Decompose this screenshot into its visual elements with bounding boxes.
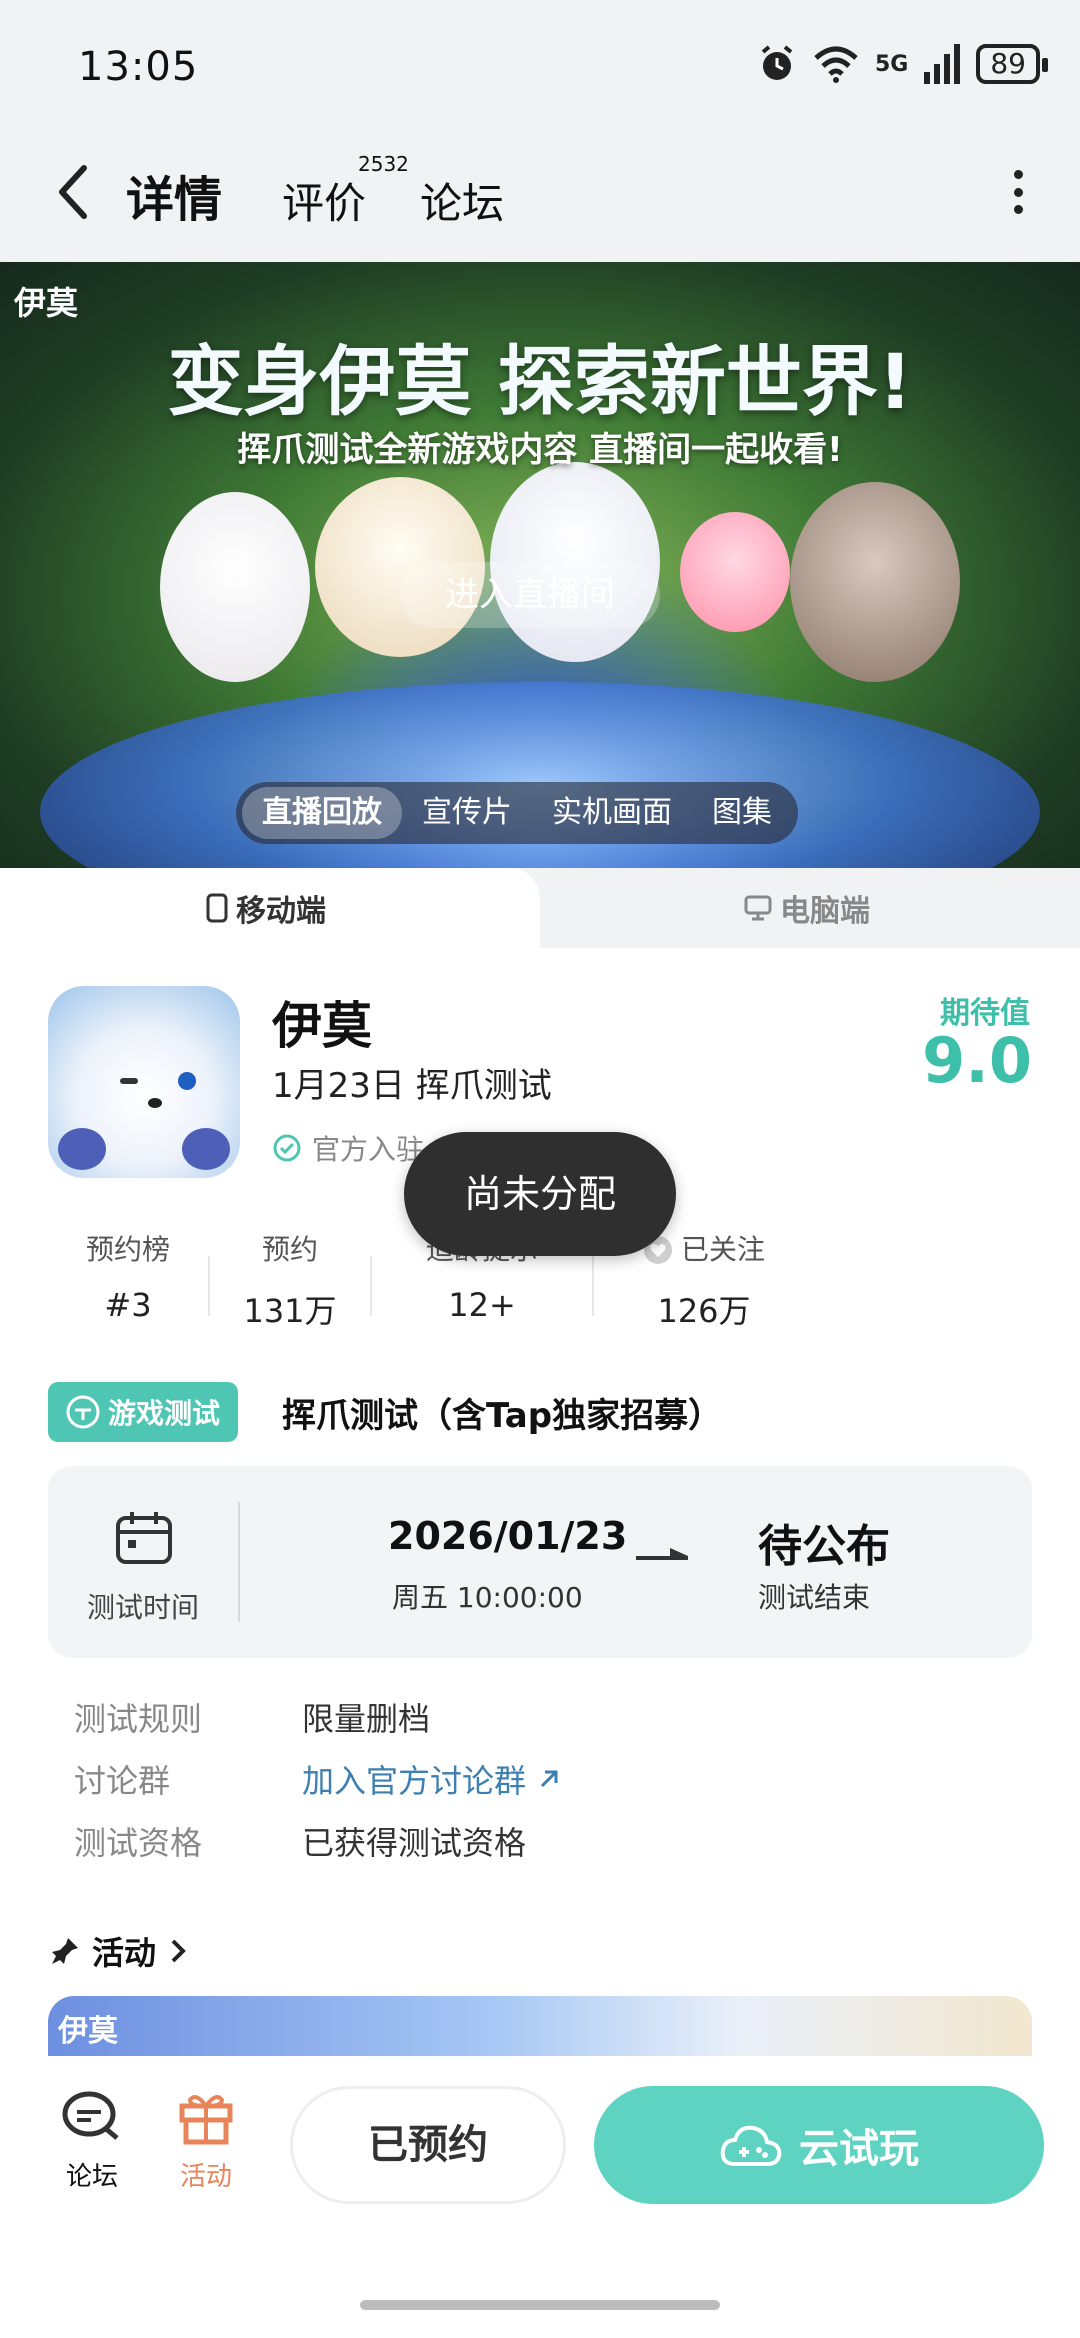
tab-forum[interactable]: 论坛 bbox=[420, 170, 504, 231]
external-link-icon bbox=[541, 1770, 558, 1788]
activity-banner[interactable]: 伊莫 bbox=[48, 1996, 1032, 2056]
forum-chat-icon bbox=[62, 2091, 119, 2140]
verified-check-icon bbox=[273, 1134, 301, 1162]
network-type: 5G bbox=[874, 51, 909, 77]
test-time-card: 测试时间 2026/01/23 周五 10:00:00 待公布 测试结束 bbox=[48, 1466, 1032, 1658]
wifi-icon bbox=[814, 46, 858, 83]
info-key: 测试规则 bbox=[74, 1700, 203, 1738]
calendar-icon bbox=[116, 1512, 172, 1564]
game-test-badge: 游戏测试 bbox=[48, 1382, 239, 1442]
stat-value: 12+ bbox=[448, 1286, 516, 1324]
media-tab-gameplay[interactable]: 实机画面 bbox=[532, 787, 692, 839]
bottom-forum-label: 论坛 bbox=[65, 2162, 118, 2192]
more-options-icon[interactable] bbox=[1012, 170, 1024, 214]
stat-value: 126万 bbox=[657, 1292, 751, 1330]
cloud-gamepad-icon bbox=[720, 2125, 782, 2166]
stat-value: 131万 bbox=[243, 1292, 337, 1330]
expectation-value: 9.0 bbox=[922, 1024, 1032, 1097]
review-count: 2532 bbox=[358, 152, 409, 176]
media-tab-replay[interactable]: 直播回放 bbox=[242, 787, 402, 839]
creature-illustration bbox=[160, 492, 310, 682]
back-arrow-icon[interactable] bbox=[50, 160, 98, 224]
stat-label: 已关注 bbox=[680, 1233, 765, 1266]
chevron-right-icon bbox=[171, 1939, 186, 1963]
status-time: 13:05 bbox=[78, 44, 199, 90]
top-nav: 详情 评价 2532 论坛 bbox=[0, 130, 1080, 262]
battery-indicator: 89 bbox=[976, 44, 1048, 84]
bottom-activity-button[interactable]: 活动 bbox=[166, 2088, 246, 2193]
test-end-label: 测试结束 bbox=[758, 1581, 871, 1614]
tab-detail[interactable]: 详情 bbox=[121, 160, 227, 230]
monitor-icon bbox=[744, 895, 772, 921]
banner-subtitle: 挥爪测试全新游戏内容 直播间一起收看! bbox=[237, 430, 843, 470]
banner-title: 变身伊莫 探索新世界! bbox=[167, 337, 913, 426]
test-time-label: 测试时间 bbox=[86, 1591, 199, 1624]
info-value: 限量删档 bbox=[302, 1700, 431, 1738]
info-key: 测试资格 bbox=[74, 1824, 203, 1862]
test-start-date: 2026/01/23 bbox=[388, 1514, 628, 1558]
test-icon bbox=[66, 1395, 100, 1429]
enter-live-button[interactable]: 进入直播间 bbox=[400, 562, 660, 628]
test-badge-label: 游戏测试 bbox=[108, 1397, 221, 1430]
alarm-icon bbox=[761, 45, 793, 80]
platform-pc-label: 电脑端 bbox=[780, 894, 870, 929]
info-row-group: 讨论群 加入官方讨论群 bbox=[74, 1756, 562, 1802]
platform-mobile-tab[interactable]: 移动端 bbox=[0, 868, 540, 948]
banner-logo: 伊莫 bbox=[14, 284, 79, 322]
platform-switch: 移动端 电脑端 bbox=[0, 868, 1080, 948]
platform-pc-tab[interactable]: 电脑端 bbox=[744, 886, 870, 930]
home-indicator[interactable] bbox=[360, 2300, 720, 2310]
cloud-play-button[interactable]: 云试玩 bbox=[594, 2086, 1044, 2204]
bottom-action-bar: 论坛 活动 已预约 云试玩 bbox=[0, 2056, 1080, 2338]
cloud-play-label: 云试玩 bbox=[799, 2126, 919, 2172]
creature-illustration bbox=[790, 482, 960, 682]
game-test-date: 1月23日 挥爪测试 bbox=[272, 1066, 552, 1106]
tab-review[interactable]: 评价 bbox=[282, 170, 366, 231]
game-icon bbox=[48, 986, 240, 1178]
stat-value: #3 bbox=[104, 1286, 152, 1324]
media-banner[interactable]: 伊莫 变身伊莫 探索新世界! 挥爪测试全新游戏内容 直播间一起收看! 进入直播间… bbox=[0, 262, 1080, 868]
gift-icon bbox=[179, 2095, 233, 2145]
info-row-qualification: 测试资格 已获得测试资格 bbox=[74, 1818, 526, 1864]
media-tab-trailer[interactable]: 宣传片 bbox=[402, 787, 532, 839]
join-group-link[interactable]: 加入官方讨论群 bbox=[302, 1756, 562, 1802]
divider bbox=[238, 1502, 240, 1622]
status-icons: 5G 89 bbox=[757, 44, 1048, 84]
stat-label: 预约 bbox=[261, 1233, 318, 1266]
test-start-time: 周五 10:00:00 bbox=[392, 1581, 583, 1614]
test-title: 挥爪测试（含Tap独家招募） bbox=[282, 1396, 723, 1436]
info-row-rules: 测试规则 限量删档 bbox=[74, 1694, 430, 1740]
creature-illustration bbox=[680, 512, 790, 632]
official-badge: 官方入驻 bbox=[272, 1128, 424, 1168]
reserved-button[interactable]: 已预约 bbox=[290, 2086, 566, 2204]
media-tabs: 直播回放 宣传片 实机画面 图集 bbox=[236, 782, 798, 844]
info-key: 讨论群 bbox=[74, 1762, 171, 1800]
signal-icon bbox=[924, 44, 961, 84]
activity-banner-logo: 伊莫 bbox=[58, 2014, 118, 2049]
bottom-forum-button[interactable]: 论坛 bbox=[52, 2088, 132, 2193]
activity-section-header[interactable]: 活动 bbox=[50, 1928, 188, 1974]
phone-icon bbox=[206, 893, 228, 923]
test-end-value: 待公布 bbox=[758, 1521, 890, 1572]
toast-message: 尚未分配 bbox=[404, 1132, 676, 1256]
bottom-activity-label: 活动 bbox=[179, 2162, 232, 2192]
stat-reservations: 预约 131万 bbox=[210, 1228, 370, 1338]
stat-ranking[interactable]: 预约榜 #3 bbox=[48, 1228, 208, 1338]
platform-mobile-label: 移动端 bbox=[236, 894, 326, 929]
game-name: 伊莫 bbox=[272, 997, 372, 1055]
info-value: 已获得测试资格 bbox=[302, 1824, 527, 1862]
arrow-right-icon bbox=[636, 1548, 688, 1560]
pin-icon bbox=[52, 1938, 78, 1964]
status-bar: 13:05 5G 89 bbox=[0, 0, 1080, 130]
stat-label: 预约榜 bbox=[85, 1233, 170, 1266]
official-label: 官方入驻 bbox=[312, 1133, 425, 1166]
media-tab-gallery[interactable]: 图集 bbox=[692, 787, 792, 839]
activity-label: 活动 bbox=[92, 1934, 157, 1972]
